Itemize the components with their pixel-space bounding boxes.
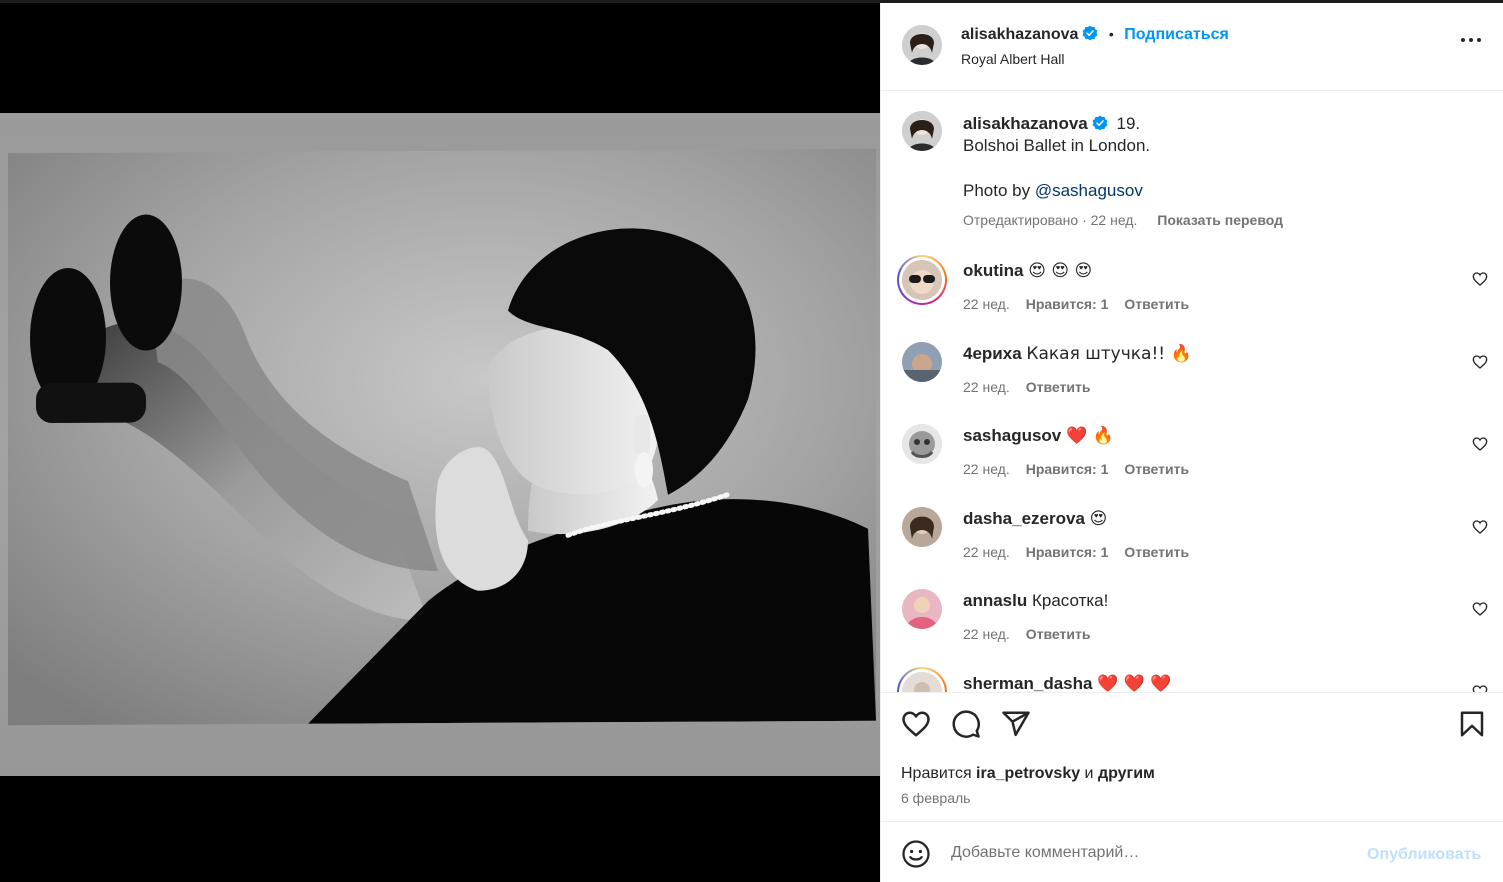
like-comment-heart-icon[interactable] [1472, 601, 1488, 617]
comment-age: 22 нед. [963, 461, 1010, 477]
likes-summary: Нравится ira_petrovsky и другим [901, 765, 1155, 783]
comment-avatar[interactable] [902, 342, 942, 382]
like-comment-heart-icon[interactable] [1472, 684, 1488, 692]
like-comment-heart-icon[interactable] [1472, 354, 1488, 370]
comment-text: 4ериха Какая штучка!! 🔥 [963, 343, 1192, 365]
post-photo [8, 148, 876, 726]
comment-body: Какая штучка!! 🔥 [1026, 344, 1192, 364]
likes-middle: и [1080, 765, 1098, 782]
photo-mount [0, 113, 880, 776]
comment-meta: 22 нед. Ответить [963, 626, 1106, 642]
post-header: alisakhazanova • Подписаться Royal Alber… [881, 3, 1503, 91]
reply-button[interactable]: Ответить [1026, 626, 1091, 642]
header-separator: • [1108, 26, 1114, 42]
comment-body: ❤️ 🔥 [1066, 426, 1114, 446]
story-ring[interactable] [897, 667, 947, 692]
comment-likes[interactable]: Нравится: 1 [1026, 544, 1109, 560]
like-comment-heart-icon[interactable] [1472, 271, 1488, 287]
like-comment-heart-icon[interactable] [1472, 436, 1488, 452]
comment-meta: 22 нед. Ответить [963, 379, 1106, 395]
publish-button[interactable]: Опубликовать [1367, 846, 1481, 864]
heart-icon[interactable] [901, 709, 931, 739]
caption-line3: Photo by @sashagusov [963, 180, 1143, 202]
comment-text: sherman_dasha ❤️ ❤️ ❤️ [963, 673, 1172, 692]
verified-badge-icon [1092, 115, 1108, 131]
comment-age: 22 нед. [963, 544, 1010, 560]
comment-avatar[interactable] [902, 424, 942, 464]
show-translation-button[interactable]: Показать перевод [1157, 212, 1283, 228]
comment-username[interactable]: sashagusov [963, 426, 1061, 445]
bookmark-icon[interactable] [1457, 709, 1487, 739]
comment-icon[interactable] [951, 709, 981, 739]
comment-text: okutina 😍 😍 😍 [963, 260, 1092, 282]
comment-meta: 22 нед. Нравится: 1 Ответить [963, 544, 1205, 560]
caption-photo-by: Photo by [963, 181, 1035, 200]
comment-body: 😍 [1089, 509, 1108, 529]
like-comment-heart-icon[interactable] [1472, 519, 1488, 535]
comment-composer: Добавьте комментарий… Опубликовать [881, 821, 1503, 882]
comment-age: 22 нед. [963, 379, 1010, 395]
comment-meta: 22 нед. Нравится: 1 Ответить [963, 461, 1205, 477]
comments-list[interactable]: alisakhazanova 19. Bolshoi Ballet in Lon… [881, 92, 1503, 692]
caption-mention-link[interactable]: @sashagusov [1035, 181, 1143, 200]
reply-button[interactable]: Ответить [1124, 461, 1189, 477]
smile-icon[interactable] [901, 839, 931, 869]
comment-body: ❤️ ❤️ ❤️ [1097, 674, 1172, 692]
caption-line1: 19. [1116, 114, 1141, 133]
comment-avatar[interactable] [902, 260, 942, 300]
verified-badge-icon [1083, 25, 1098, 41]
likes-prefix: Нравится [901, 765, 977, 782]
comment-username[interactable]: sherman_dasha [963, 674, 1092, 692]
comment-text: sashagusov ❤️ 🔥 [963, 425, 1114, 447]
comment-input[interactable]: Добавьте комментарий… [951, 844, 1139, 862]
comment-username[interactable]: annaslu [963, 591, 1027, 610]
caption-edited: Отредактировано · 22 нед. [963, 212, 1138, 228]
post-location[interactable]: Royal Albert Hall [961, 51, 1065, 67]
caption-first-line: alisakhazanova 19. [963, 113, 1140, 135]
comment-avatar[interactable] [902, 589, 942, 629]
comment-meta: 22 нед. Нравится: 1 Ответить [963, 296, 1205, 312]
caption-username[interactable]: alisakhazanova [963, 114, 1088, 133]
reply-button[interactable]: Ответить [1124, 296, 1189, 312]
comment-avatar[interactable] [902, 507, 942, 547]
comment-text: dasha_ezerova 😍 [963, 508, 1107, 530]
post-actions: Нравится ira_petrovsky и другим 6 феврал… [881, 692, 1503, 822]
photo-illustration [8, 148, 876, 726]
more-horizontal-icon[interactable] [1460, 36, 1482, 44]
post-date[interactable]: 6 февраль [901, 790, 970, 806]
post-side-panel: alisakhazanova • Подписаться Royal Alber… [880, 3, 1503, 882]
caption-line2: Bolshoi Ballet in London. [963, 136, 1151, 155]
author-username[interactable]: alisakhazanova [961, 26, 1078, 43]
caption-avatar[interactable] [902, 111, 942, 151]
comment-likes[interactable]: Нравится: 1 [1026, 461, 1109, 477]
comment-age: 22 нед. [963, 626, 1010, 642]
comment-likes[interactable]: Нравится: 1 [1026, 296, 1109, 312]
reply-button[interactable]: Ответить [1124, 544, 1189, 560]
comment-username[interactable]: 4ериха [963, 344, 1022, 363]
follow-button[interactable]: Подписаться [1124, 26, 1229, 43]
story-ring[interactable] [897, 255, 947, 305]
comment-username[interactable]: okutina [963, 261, 1023, 280]
reply-button[interactable]: Ответить [1026, 379, 1091, 395]
likes-user-link[interactable]: ira_petrovsky [976, 765, 1080, 782]
comment-body: Красотка! [1031, 591, 1109, 610]
post-media[interactable] [0, 3, 880, 882]
comment-username[interactable]: dasha_ezerova [963, 509, 1085, 528]
caption-meta: Отредактировано · 22 нед. Показать перев… [963, 212, 1299, 228]
comment-body: 😍 😍 😍 [1028, 261, 1093, 281]
likes-others-link[interactable]: другим [1098, 765, 1155, 782]
comment-age: 22 нед. [963, 296, 1010, 312]
comment-text: annaslu Красотка! [963, 590, 1108, 612]
author-avatar[interactable] [902, 25, 942, 65]
share-icon[interactable] [1001, 709, 1031, 739]
